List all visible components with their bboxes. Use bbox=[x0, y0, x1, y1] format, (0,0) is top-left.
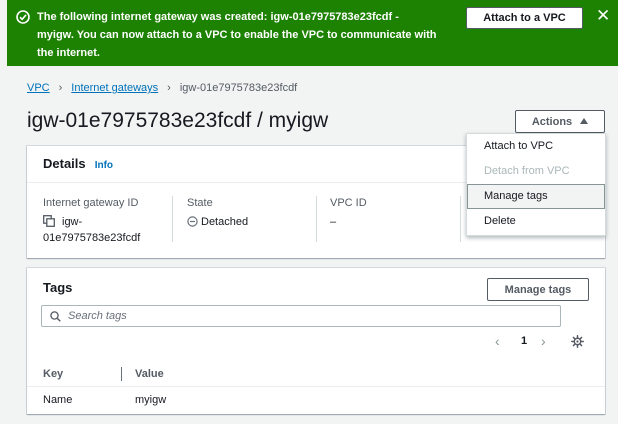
menu-item-attach-to-vpc[interactable]: Attach to VPC bbox=[467, 134, 605, 159]
internet-gateway-id-label: Internet gateway ID bbox=[43, 197, 139, 209]
internet-gateway-id-value: igw- 01e7975783e23fcdf bbox=[43, 214, 140, 246]
column-divider bbox=[460, 196, 461, 242]
breadcrumb-vpc-link[interactable]: VPC bbox=[27, 82, 50, 94]
menu-item-manage-tags[interactable]: Manage tags bbox=[467, 184, 605, 209]
previous-page-icon[interactable]: ‹ bbox=[495, 334, 500, 348]
column-divider bbox=[316, 196, 317, 242]
banner-message: The following internet gateway was creat… bbox=[37, 11, 437, 59]
vpc-id-field: VPC ID – bbox=[330, 196, 367, 230]
actions-button-label: Actions bbox=[531, 115, 573, 128]
state-value-text: Detached bbox=[201, 216, 249, 228]
manage-tags-button[interactable]: Manage tags bbox=[487, 278, 589, 301]
column-resizer[interactable] bbox=[121, 367, 122, 381]
state-field: State Detached bbox=[187, 196, 248, 230]
breadcrumb-internet-gateways-link[interactable]: Internet gateways bbox=[71, 82, 158, 94]
menu-item-delete[interactable]: Delete bbox=[467, 209, 605, 234]
table-row: Name myigw bbox=[27, 388, 605, 413]
tag-key-cell: Name bbox=[43, 394, 73, 406]
table-header: Key Value bbox=[27, 362, 605, 387]
attach-to-vpc-button[interactable]: Attach to a VPC bbox=[466, 7, 583, 29]
column-header-value[interactable]: Value bbox=[135, 368, 164, 380]
internet-gateway-id-line1: igw- bbox=[62, 216, 83, 228]
column-divider bbox=[172, 196, 173, 242]
breadcrumb-current: igw-01e7975783e23fcdf bbox=[179, 82, 298, 94]
details-title: Details bbox=[43, 156, 86, 171]
page-title: igw-01e7975783e23fcdf / myigw bbox=[27, 109, 329, 132]
breadcrumb-separator: › bbox=[167, 82, 171, 94]
state-value: Detached bbox=[187, 214, 248, 230]
detached-status-icon bbox=[187, 216, 198, 227]
breadcrumb-separator: › bbox=[58, 82, 63, 94]
vpc-id-label: VPC ID bbox=[330, 197, 367, 209]
close-icon[interactable]: ✕ bbox=[596, 7, 610, 24]
check-circle-icon bbox=[16, 10, 30, 24]
tags-panel: Tags Manage tags ‹ 1 › Key Value Name my… bbox=[27, 268, 605, 414]
gear-icon[interactable] bbox=[571, 335, 584, 348]
internet-gateway-id-line2: 01e7975783e23fcdf bbox=[43, 232, 141, 244]
search-tags-input[interactable] bbox=[68, 308, 548, 324]
menu-item-detach-from-vpc: Detach from VPC bbox=[484, 165, 570, 177]
page-number-button[interactable]: 1 bbox=[521, 335, 527, 347]
search-icon bbox=[50, 311, 61, 322]
search-tags-box bbox=[41, 305, 561, 327]
info-link[interactable]: Info bbox=[95, 160, 113, 171]
state-label: State bbox=[187, 197, 213, 209]
internet-gateway-id-field: Internet gateway ID igw- 01e7975783e23fc… bbox=[43, 196, 140, 246]
success-banner: The following internet gateway was creat… bbox=[7, 0, 618, 66]
next-page-icon[interactable]: › bbox=[541, 334, 546, 348]
copy-icon[interactable] bbox=[43, 215, 55, 227]
caret-up-icon bbox=[580, 117, 589, 124]
vpc-id-value: – bbox=[330, 216, 337, 228]
column-header-key[interactable]: Key bbox=[43, 368, 63, 380]
actions-menu: Attach to VPC Detach from VPC Manage tag… bbox=[466, 133, 606, 236]
tags-title: Tags bbox=[43, 280, 73, 295]
tag-value-cell: myigw bbox=[135, 394, 167, 406]
actions-button[interactable]: Actions bbox=[515, 110, 605, 133]
breadcrumb: VPC › Internet gateways › igw-01e7975783e23f… bbox=[27, 82, 297, 94]
